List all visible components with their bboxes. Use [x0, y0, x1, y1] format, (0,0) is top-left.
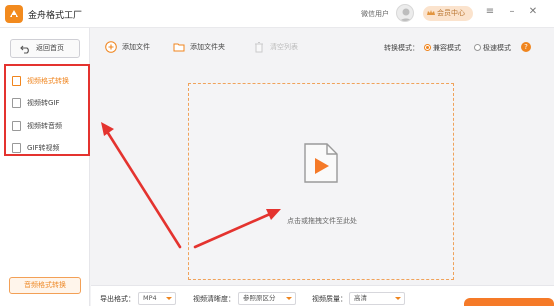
sidebar-item-label: GIF转视频 [27, 144, 60, 152]
export-format-label: 导出格式： [100, 295, 135, 303]
compatible-mode-radio[interactable]: 兼容模式 [424, 43, 461, 53]
trash-icon [255, 42, 263, 53]
back-home-label: 返回首页 [36, 44, 64, 52]
clear-list-button[interactable]: 清空列表 [253, 39, 298, 55]
crown-icon [427, 10, 435, 15]
sidebar-item-video-to-gif[interactable]: 视频转GIF [10, 94, 85, 112]
toolbar: 添加文件 添加文件夹 清空列表 转换模式： 兼容模式 极速模式 ? [91, 28, 554, 63]
back-home-button[interactable]: 返回首页 [10, 39, 80, 58]
gif-file-icon [12, 143, 21, 153]
chevron-down-icon [395, 297, 401, 300]
add-file-label: 添加文件 [122, 43, 150, 51]
user-name[interactable]: 微信用户 [361, 9, 389, 19]
menu-icon[interactable]: ≡ [483, 5, 497, 19]
quality-value: 高清 [354, 294, 367, 302]
drop-hint-text: 点击或拖拽文件至此处 [287, 217, 357, 225]
work-area: 点击或拖拽文件至此处 [91, 63, 554, 285]
sidebar-item-video-to-audio[interactable]: 视频转音频 [10, 117, 85, 135]
avatar[interactable] [396, 4, 414, 22]
add-circle-icon [105, 41, 117, 53]
add-folder-label: 添加文件夹 [190, 43, 225, 51]
resolution-label: 视频清晰度： [193, 295, 235, 303]
add-file-button[interactable]: 添加文件 [105, 39, 150, 55]
video-file-icon [304, 143, 338, 183]
compatible-mode-label: 兼容模式 [433, 44, 461, 52]
quality-select[interactable]: 高清 [349, 292, 405, 305]
title-bar: 金舟格式工厂 微信用户 会员中心 ≡ – ✕ [0, 0, 554, 28]
add-folder-button[interactable]: 添加文件夹 [173, 39, 225, 55]
app-title: 金舟格式工厂 [28, 11, 83, 21]
video-file-icon [12, 76, 21, 86]
sidebar-item-label: 视频格式转换 [27, 77, 69, 85]
folder-icon [173, 43, 185, 52]
back-arrow-icon [20, 45, 29, 54]
export-format-value: MP4 [143, 294, 157, 302]
convert-button[interactable] [464, 298, 554, 306]
help-icon[interactable]: ? [521, 42, 531, 52]
fast-mode-label: 极速模式 [483, 44, 511, 52]
close-icon[interactable]: ✕ [526, 5, 540, 19]
sidebar-item-label: 视频转音频 [27, 122, 62, 130]
audio-file-icon [12, 121, 21, 131]
app-logo-icon [5, 5, 23, 23]
gif-file-icon [12, 98, 21, 108]
clear-list-label: 清空列表 [270, 43, 298, 51]
radio-dot-icon [474, 44, 481, 51]
chevron-down-icon [286, 297, 292, 300]
vip-center-label: 会员中心 [437, 9, 465, 17]
audio-format-convert-button[interactable]: 音频格式转换 [9, 277, 81, 294]
resolution-value: 参照原区分 [243, 294, 276, 302]
sidebar-item-video-format-convert[interactable]: 视频格式转换 [10, 72, 85, 90]
sidebar: 返回首页 视频格式转换 视频转GIF 视频转音频 GIF转视频 音频格式转换 [0, 28, 90, 306]
sidebar-item-gif-to-video[interactable]: GIF转视频 [10, 139, 85, 157]
bottom-bar: 导出格式： MP4 视频清晰度： 参照原区分 视频质量： 高清 [91, 285, 554, 306]
vip-center-button[interactable]: 会员中心 [423, 6, 473, 21]
quality-label: 视频质量： [312, 295, 347, 303]
sidebar-item-label: 视频转GIF [27, 99, 60, 107]
file-drop-zone[interactable]: 点击或拖拽文件至此处 [188, 83, 454, 280]
fast-mode-radio[interactable]: 极速模式 [474, 43, 511, 53]
radio-dot-icon [424, 44, 431, 51]
chevron-down-icon [166, 297, 172, 300]
resolution-select[interactable]: 参照原区分 [238, 292, 296, 305]
convert-mode-label: 转换模式： [384, 44, 419, 52]
export-format-select[interactable]: MP4 [138, 292, 176, 305]
minimize-icon[interactable]: – [505, 5, 519, 19]
